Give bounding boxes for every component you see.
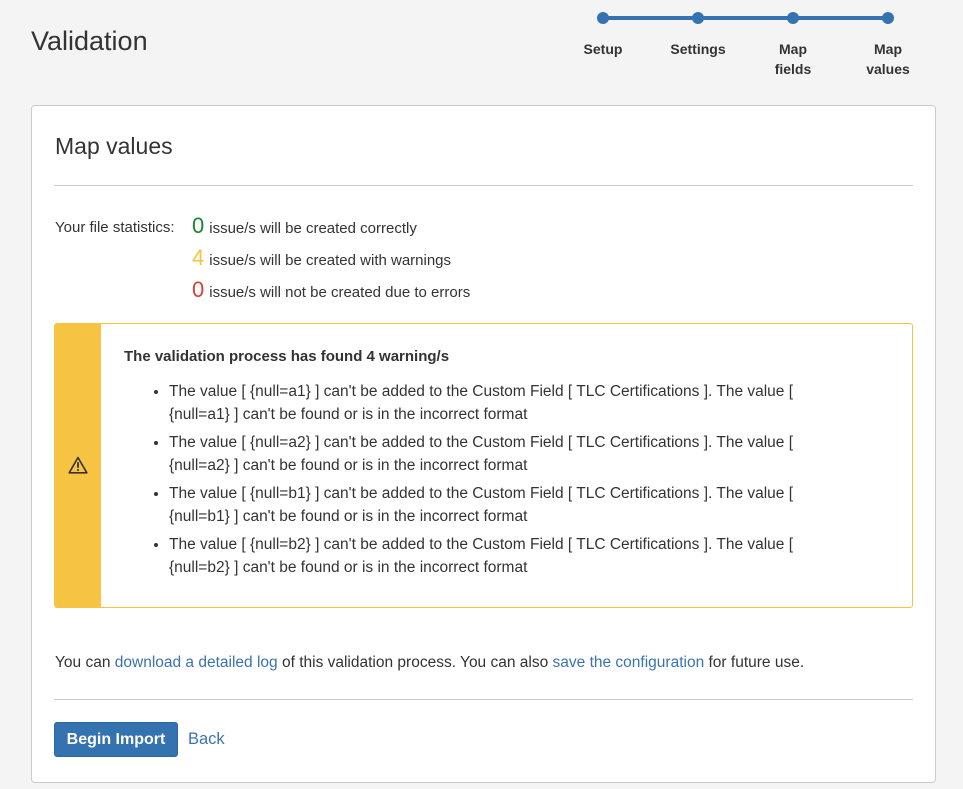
stat-created-correctly: 0 issue/s will be created correctly [192,213,417,245]
step-dot [787,12,799,24]
warning-item: The value [ {null=b2} ] can't be added t… [169,533,824,579]
step-label: Map values [866,41,910,77]
footer-prefix: You can [55,654,115,671]
step-label: Setup [583,41,623,57]
step-map-fields: Map fields [753,12,833,79]
footer-suffix: for future use. [704,654,805,671]
step-dot [597,12,609,24]
divider [54,185,913,186]
stat-text: issue/s will be created with warnings [209,251,452,269]
progress-tracker: Setup Settings Map fields Map values [0,0,963,90]
step-dot [692,12,704,24]
step-settings: Settings [658,12,738,59]
step-setup: Setup [563,12,643,59]
stat-count: 0 [192,213,205,238]
progress-tracker-line [603,16,888,20]
back-link[interactable]: Back [188,730,225,749]
map-values-panel: Map values Your file statistics: 0 issue/… [31,105,936,783]
step-dot [882,12,894,24]
footer-middle: of this validation process. You can also [277,654,553,671]
footer-text: You can download a detailed log of this … [55,654,804,672]
step-label: Map fields [774,41,812,77]
warning-item: The value [ {null=a2} ] can't be added t… [169,431,824,477]
divider [54,699,913,700]
begin-import-button[interactable]: Begin Import [54,722,178,757]
stat-created-with-warnings: 4 issue/s will be created with warnings [192,245,451,277]
warning-message: The validation process has found 4 warni… [54,323,913,608]
save-configuration-link[interactable]: save the configuration [553,654,705,671]
stat-not-created: 0 issue/s will not be created due to erro… [192,277,470,309]
stat-count: 4 [192,245,205,270]
step-map-values: Map values [848,12,928,79]
warning-stripe [55,324,101,607]
warning-item: The value [ {null=b1} ] can't be added t… [169,482,824,528]
warning-title: The validation process has found 4 warni… [124,348,450,365]
warning-list: The value [ {null=a1} ] can't be added t… [124,380,824,584]
step-label: Settings [670,41,726,57]
stat-count: 0 [192,277,205,302]
warning-icon [68,456,88,474]
stat-text: issue/s will not be created due to error… [209,283,471,301]
stat-text: issue/s will be created correctly [209,219,417,237]
warning-item: The value [ {null=a1} ] can't be added t… [169,380,824,426]
panel-heading: Map values [55,133,173,159]
file-statistics-label: Your file statistics: [55,219,175,236]
download-log-link[interactable]: download a detailed log [115,654,278,671]
